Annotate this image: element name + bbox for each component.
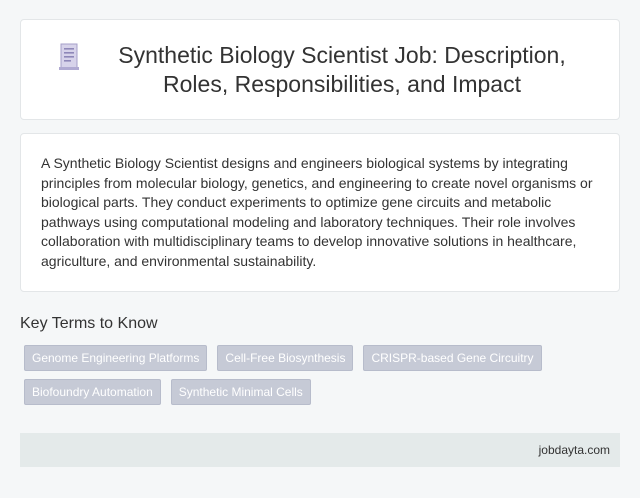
description-card: A Synthetic Biology Scientist designs an… <box>20 133 620 292</box>
key-term-tag[interactable]: Genome Engineering Platforms <box>24 345 208 371</box>
page-title: Synthetic Biology Scientist Job: Descrip… <box>118 41 566 97</box>
footer: jobdayta.com <box>20 433 620 467</box>
document-icon <box>59 43 79 70</box>
key-term-tag[interactable]: Synthetic Minimal Cells <box>170 379 311 405</box>
page: Synthetic Biology Scientist Job: Descrip… <box>0 0 640 498</box>
key-terms-heading: Key Terms to Know <box>20 315 158 332</box>
key-term-tag[interactable]: Cell-Free Biosynthesis <box>217 345 354 371</box>
description-text: A Synthetic Biology Scientist designs an… <box>41 155 593 269</box>
key-terms-list: Genome Engineering Platforms Cell-Free B… <box>20 345 580 413</box>
title-card: Synthetic Biology Scientist Job: Descrip… <box>20 19 620 120</box>
site-name[interactable]: jobdayta.com <box>539 443 610 457</box>
key-term-tag[interactable]: Biofoundry Automation <box>24 379 161 405</box>
title-wrap: Synthetic Biology Scientist Job: Descrip… <box>58 41 582 99</box>
key-term-tag[interactable]: CRISPR-based Gene Circuitry <box>363 345 542 371</box>
